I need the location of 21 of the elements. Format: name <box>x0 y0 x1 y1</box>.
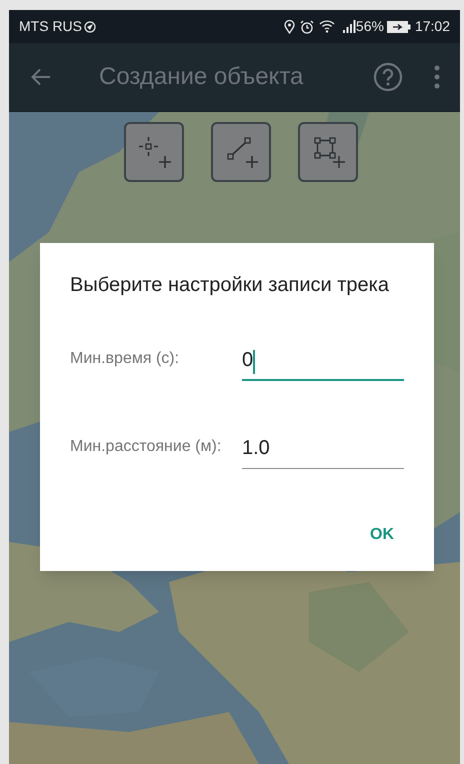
tool-button[interactable] <box>124 122 184 182</box>
back-arrow-icon <box>31 68 51 86</box>
help-icon <box>373 62 403 92</box>
field-label: Мин.расстояние (м): <box>70 437 222 457</box>
battery-charging-icon <box>386 20 411 32</box>
carrier-name: MTS RUS <box>19 17 82 36</box>
dialog-title: Выберите настройки записи трека <box>70 273 390 298</box>
input-field[interactable]: 1.0 <box>242 431 404 469</box>
clock-time: 17:02 <box>414 17 450 36</box>
tool-button[interactable] <box>211 122 271 182</box>
signal-icon <box>342 20 356 33</box>
input-field[interactable]: 0 <box>242 343 404 381</box>
location-icon <box>284 20 295 34</box>
more-options-icon <box>434 65 440 89</box>
field-label: Мин.время (с): <box>70 349 180 369</box>
screen-title: Создание объекта <box>99 62 304 92</box>
alarm-icon <box>300 20 314 34</box>
tool-button[interactable] <box>298 122 358 182</box>
wifi-icon <box>318 20 335 33</box>
ok-button[interactable]: OK <box>360 517 404 553</box>
battery-percent: 56% <box>356 17 384 36</box>
